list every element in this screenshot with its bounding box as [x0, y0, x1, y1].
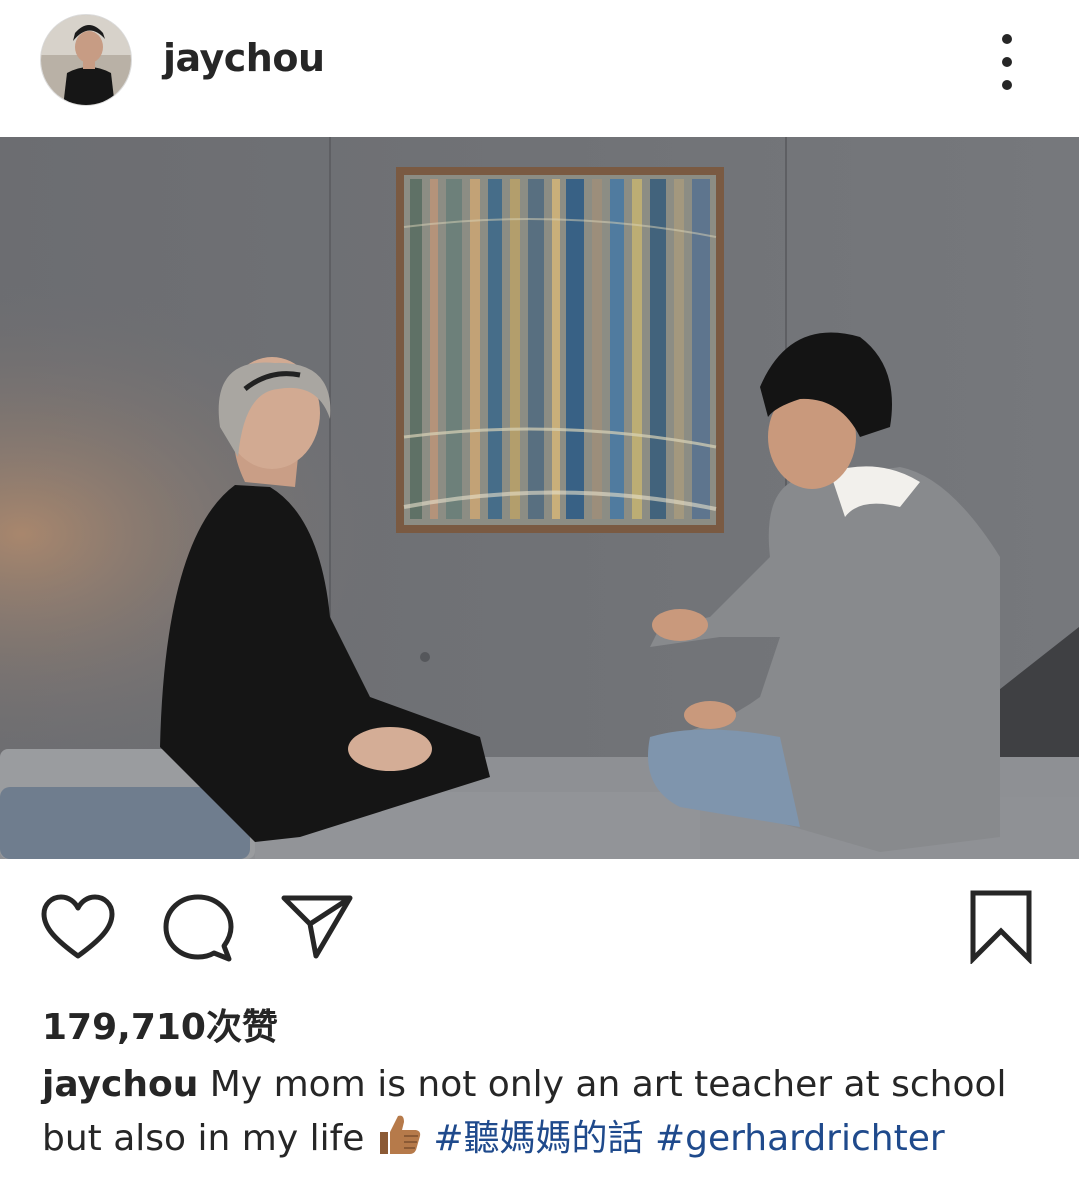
caption-username[interactable]: jaychou — [42, 1064, 198, 1105]
caption-text-1: My mom is not only an art teacher at sch… — [209, 1064, 1007, 1105]
caption-line-1: jaychou My mom is not only an art teache… — [42, 1058, 1052, 1112]
post-caption: jaychou My mom is not only an art teache… — [42, 1058, 1052, 1172]
hashtag-gerhardrichter[interactable]: #gerhardrichter — [655, 1118, 945, 1159]
caption-text-2: but also in my life — [42, 1118, 365, 1159]
comment-bubble-icon[interactable] — [162, 892, 234, 968]
bookmark-icon[interactable] — [968, 888, 1034, 968]
thumbs-up-icon — [376, 1112, 422, 1172]
avatar[interactable] — [40, 14, 132, 106]
action-bar — [0, 880, 1079, 970]
hashtag-listen-to-mom[interactable]: #聽媽媽的話 — [433, 1118, 643, 1159]
heart-icon[interactable] — [40, 894, 116, 964]
likes-count[interactable]: 179,710次赞 — [42, 998, 278, 1050]
post-photo[interactable] — [0, 137, 1079, 859]
post-username[interactable]: jaychou — [163, 36, 325, 80]
caption-line-2: but also in my life #聽媽媽的話 #gerhardricht… — [42, 1112, 1052, 1172]
post-header: jaychou — [0, 0, 1079, 137]
paper-plane-icon[interactable] — [280, 892, 354, 964]
more-options-icon[interactable] — [990, 34, 1024, 90]
